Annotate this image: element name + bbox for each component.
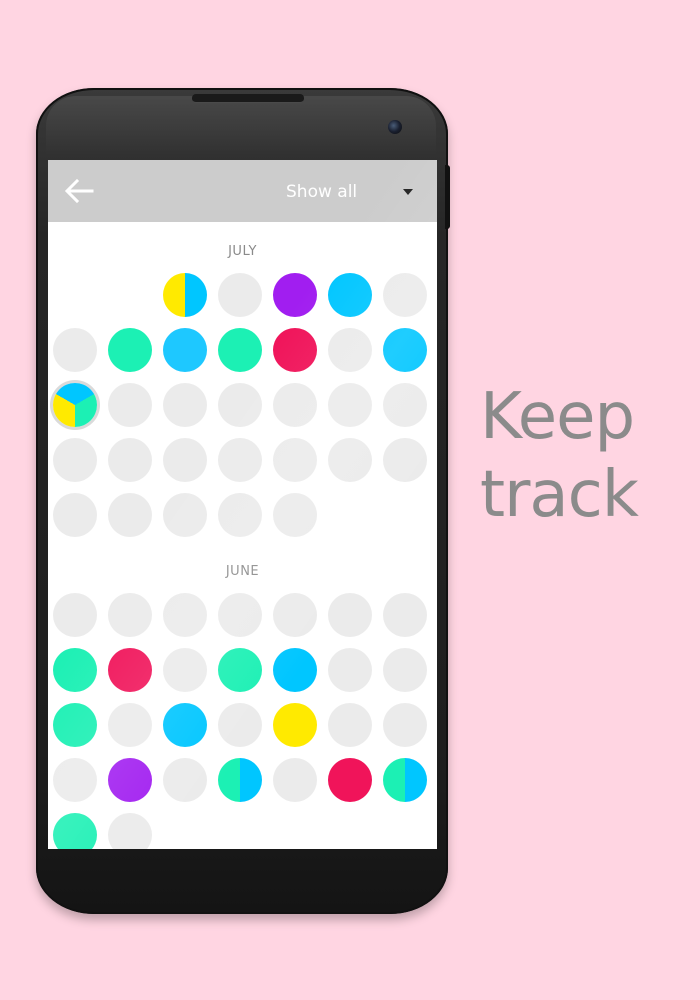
day-dot[interactable] [163, 493, 207, 537]
phone-side-button [445, 165, 450, 229]
day-dot[interactable] [273, 273, 317, 317]
toolbar: Show all [48, 160, 437, 222]
day-dot[interactable] [163, 383, 207, 427]
day-dot[interactable] [53, 813, 97, 849]
phone-camera [388, 120, 402, 134]
app-screen: Show all JULY JUNE [48, 160, 437, 849]
day-dot[interactable] [328, 273, 372, 317]
day-dot[interactable] [383, 328, 427, 372]
day-dot[interactable] [163, 328, 207, 372]
day-dot[interactable] [108, 813, 152, 849]
day-dot[interactable] [328, 328, 372, 372]
day-dot[interactable] [328, 383, 372, 427]
month-label-july: JULY [228, 244, 257, 259]
triangle-down-icon [403, 189, 413, 195]
day-dot[interactable] [273, 328, 317, 372]
day-dot[interactable] [273, 438, 317, 482]
day-dot[interactable] [53, 758, 97, 802]
day-dot[interactable] [108, 493, 152, 537]
day-dot[interactable] [53, 383, 97, 427]
day-dot[interactable] [328, 438, 372, 482]
day-dot[interactable] [53, 493, 97, 537]
day-dot[interactable] [328, 758, 372, 802]
day-dot[interactable] [218, 328, 262, 372]
day-dot[interactable] [108, 383, 152, 427]
day-dot[interactable] [383, 273, 427, 317]
back-button[interactable] [62, 176, 96, 206]
day-dot[interactable] [218, 493, 262, 537]
day-dot[interactable] [163, 703, 207, 747]
day-dot[interactable] [273, 493, 317, 537]
day-dot[interactable] [53, 328, 97, 372]
headline-line-2: track [480, 458, 639, 532]
day-dot[interactable] [383, 703, 427, 747]
day-dot[interactable] [273, 648, 317, 692]
day-dot[interactable] [273, 758, 317, 802]
day-dot[interactable] [108, 703, 152, 747]
phone-speaker [192, 94, 304, 103]
day-dot[interactable] [218, 703, 262, 747]
day-dot[interactable] [383, 593, 427, 637]
day-dot[interactable] [218, 593, 262, 637]
phone-shine [46, 96, 436, 156]
day-dot[interactable] [273, 383, 317, 427]
day-dot[interactable] [108, 593, 152, 637]
filter-dropdown-button[interactable] [398, 184, 418, 200]
day-dot[interactable] [163, 758, 207, 802]
day-dot[interactable] [163, 648, 207, 692]
filter-select-value[interactable]: Show all [286, 182, 357, 202]
day-dot[interactable] [53, 703, 97, 747]
headline: Keep track [480, 378, 690, 534]
day-dot[interactable] [383, 438, 427, 482]
day-dot[interactable] [383, 383, 427, 427]
day-dot[interactable] [163, 273, 207, 317]
day-dot[interactable] [328, 703, 372, 747]
month-label-june: JUNE [225, 564, 260, 579]
day-dot[interactable] [218, 758, 262, 802]
day-dot[interactable] [163, 593, 207, 637]
arrow-left-icon [64, 178, 94, 204]
day-dot[interactable] [383, 758, 427, 802]
day-dot[interactable] [218, 273, 262, 317]
day-dot[interactable] [53, 648, 97, 692]
day-dot[interactable] [108, 438, 152, 482]
day-dot[interactable] [163, 438, 207, 482]
day-dot[interactable] [383, 648, 427, 692]
day-dot[interactable] [108, 328, 152, 372]
day-dot[interactable] [218, 383, 262, 427]
day-dot[interactable] [108, 758, 152, 802]
day-dot[interactable] [53, 438, 97, 482]
day-dot[interactable] [273, 593, 317, 637]
day-dot[interactable] [328, 648, 372, 692]
day-dot[interactable] [53, 593, 97, 637]
day-dot[interactable] [218, 438, 262, 482]
day-dot[interactable] [328, 593, 372, 637]
headline-line-1: Keep [480, 380, 635, 454]
day-dot[interactable] [273, 703, 317, 747]
day-dot[interactable] [108, 648, 152, 692]
day-dot[interactable] [218, 648, 262, 692]
